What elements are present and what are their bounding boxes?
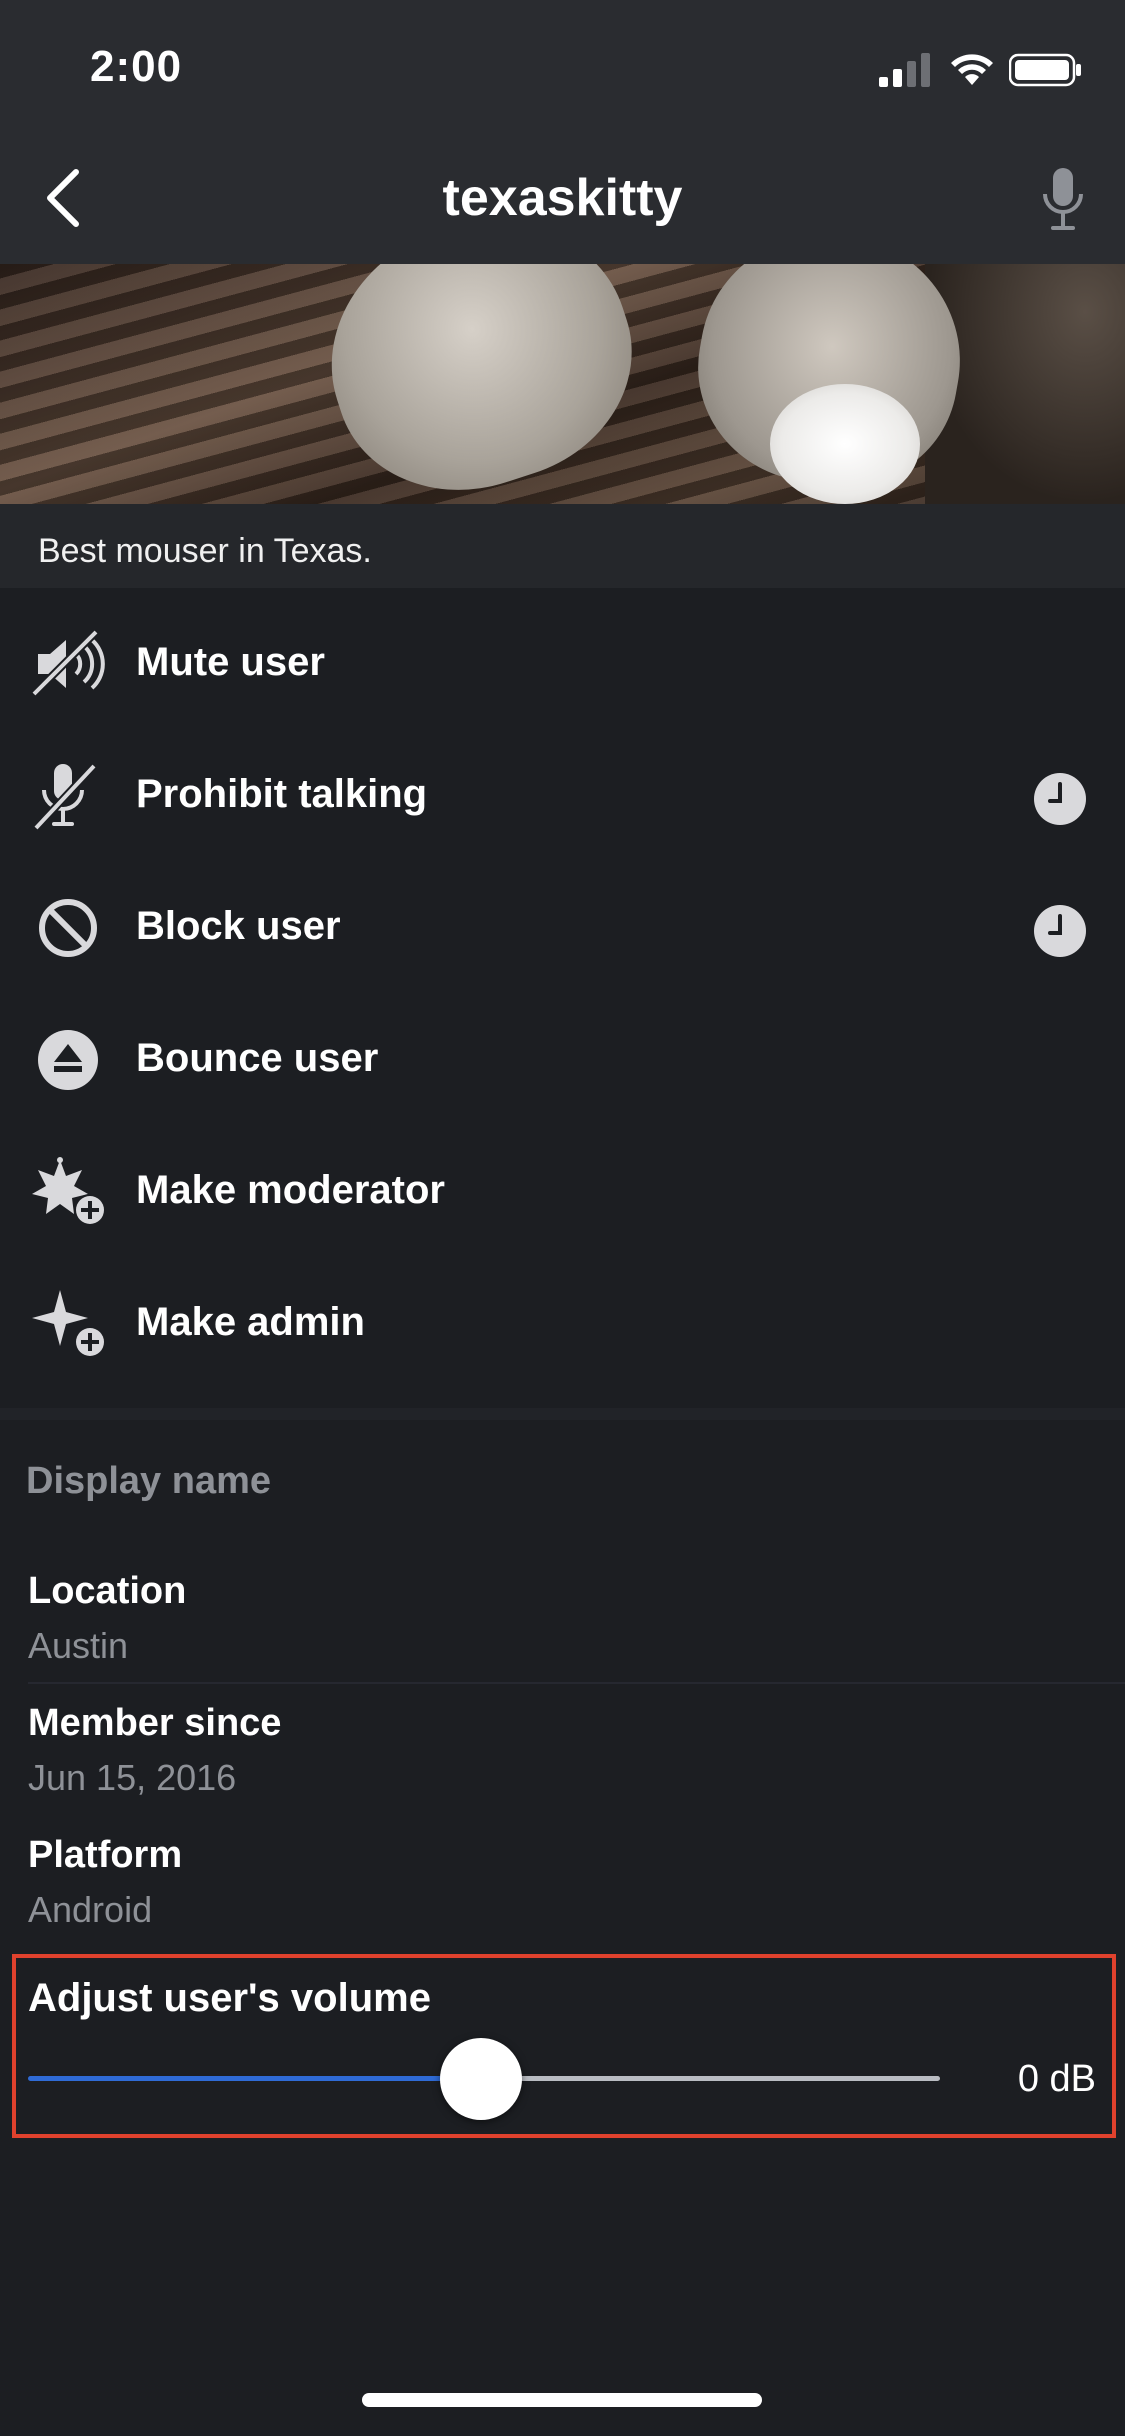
- prohibit-talking-button[interactable]: Prohibit talking: [0, 730, 1125, 862]
- star-plus-icon: [32, 1290, 106, 1358]
- location-info: Location Austin: [28, 1570, 1098, 1667]
- eject-icon: [38, 1030, 98, 1090]
- wifi-icon: [951, 54, 993, 85]
- clock-icon[interactable]: [1033, 904, 1087, 958]
- bio-text: Best mouser in Texas.: [38, 532, 372, 570]
- microphone-icon: [1043, 168, 1083, 230]
- action-label: Prohibit talking: [136, 772, 428, 816]
- mute-user-button[interactable]: Mute user: [0, 598, 1125, 730]
- location-value: Austin: [28, 1625, 129, 1666]
- navigation-bar: texaskitty: [0, 132, 1125, 264]
- page-title: texaskitty: [442, 169, 683, 227]
- platform-info: Platform Android: [28, 1834, 1098, 1931]
- microphone-button[interactable]: [1037, 164, 1089, 234]
- status-bar: 2:00: [0, 0, 1125, 132]
- platform-value: Android: [28, 1889, 153, 1930]
- clock-icon[interactable]: [1033, 772, 1087, 826]
- status-time: 2:00: [90, 42, 183, 91]
- cellular-signal-icon: [879, 53, 930, 87]
- microphone-off-icon: [33, 763, 97, 831]
- volume-slider-thumb[interactable]: [440, 2038, 522, 2120]
- bio-section: Best mouser in Texas.: [0, 504, 1125, 588]
- member-since-value: Jun 15, 2016: [28, 1757, 237, 1798]
- volume-slider-track[interactable]: [480, 2076, 940, 2081]
- home-indicator: [362, 2393, 762, 2407]
- section-divider: [0, 1408, 1125, 1420]
- profile-banner-image: [0, 264, 1125, 504]
- block-user-button[interactable]: Block user: [0, 862, 1125, 994]
- member-since-label: Member since: [28, 1702, 282, 1744]
- location-label: Location: [28, 1570, 187, 1612]
- action-label: Block user: [136, 904, 341, 948]
- volume-section: Adjust user's volume 0 dB: [12, 1954, 1116, 2138]
- moderation-actions: Mute user Prohibit talking Block user Bo…: [0, 598, 1125, 1390]
- action-label: Make moderator: [136, 1168, 445, 1212]
- bounce-user-button[interactable]: Bounce user: [0, 994, 1125, 1126]
- sheriff-badge-plus-icon: [32, 1157, 106, 1226]
- display-name-header: Display name: [26, 1460, 271, 1502]
- speaker-muted-icon: [31, 629, 105, 697]
- volume-value: 0 dB: [1017, 2058, 1096, 2100]
- action-label: Mute user: [136, 640, 325, 684]
- row-divider: [28, 1682, 1125, 1684]
- make-moderator-button[interactable]: Make moderator: [0, 1126, 1125, 1258]
- volume-label: Adjust user's volume: [28, 1976, 431, 2020]
- member-since-info: Member since Jun 15, 2016: [28, 1702, 1098, 1799]
- action-label: Bounce user: [136, 1036, 379, 1080]
- battery-icon: [1009, 53, 1081, 87]
- block-icon: [39, 899, 97, 957]
- volume-slider-track-filled[interactable]: [28, 2076, 480, 2081]
- platform-label: Platform: [28, 1834, 183, 1876]
- make-admin-button[interactable]: Make admin: [0, 1258, 1125, 1390]
- action-label: Make admin: [136, 1300, 365, 1344]
- status-icons: [879, 52, 1083, 88]
